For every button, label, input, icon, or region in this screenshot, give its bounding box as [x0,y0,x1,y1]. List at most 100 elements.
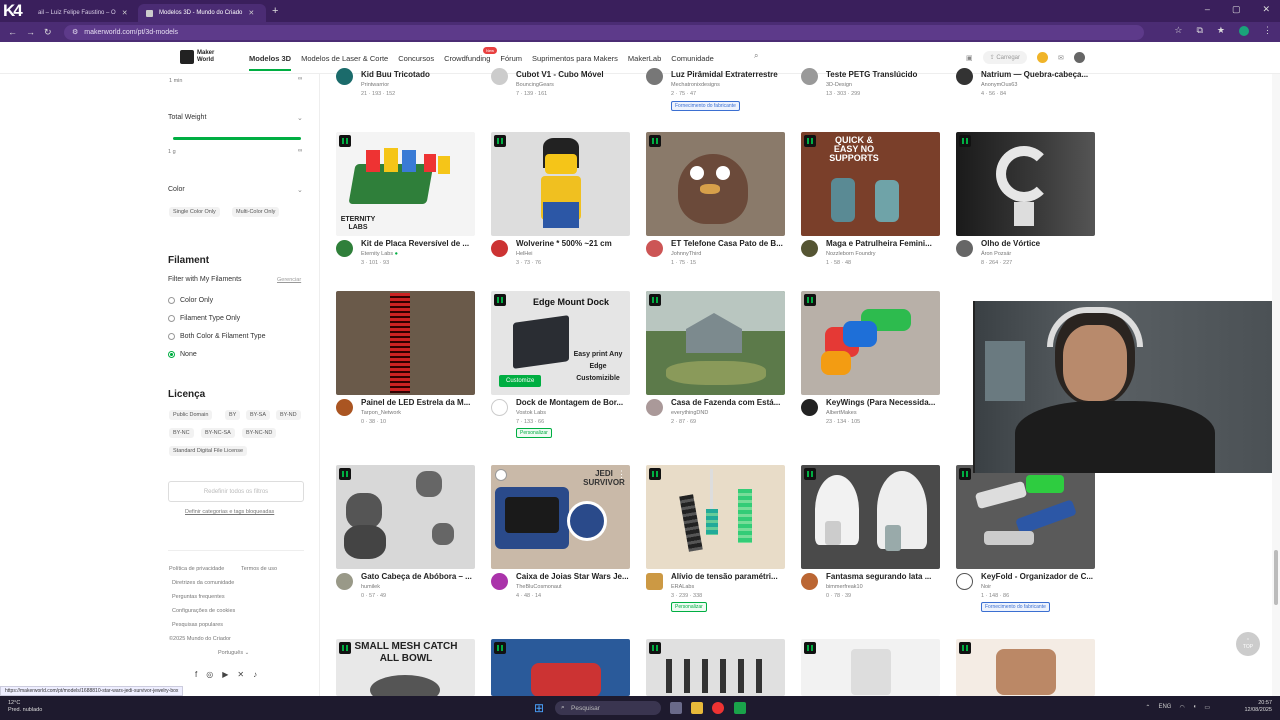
card-author[interactable]: TheBluCosmonaut [516,584,562,590]
author-avatar[interactable] [956,240,973,257]
model-card[interactable]: Gato Cabeça de Abóbora – ... humilek 0 · 5… [336,465,476,609]
chevron-down-icon[interactable]: ⌄ [297,186,303,194]
card-title[interactable]: Wolverine * 500% ~21 cm [516,239,631,248]
tiktok-icon[interactable]: ♪ [253,670,257,679]
model-card[interactable]: JEDI SURVIVOR ⋮ Caixa de Joias Star Wars… [491,465,631,609]
card-author[interactable]: HelHei [516,251,533,257]
customize-badge[interactable]: Personalizar [516,428,552,438]
model-card[interactable]: Alívio de tensão paramétri... ERALabs 3 · … [646,465,786,612]
chip-by-nc-sa[interactable]: BY-NC-SA [201,428,235,438]
weather-widget[interactable]: 12°C Pred. nublado [8,700,42,714]
nav-suprimentos[interactable]: Suprimentos para Makers [532,54,618,71]
browser-tab-makerworld[interactable]: Modelos 3D - Mundo do Criado ✕ [138,4,266,22]
radio-color-only[interactable]: Color Only [168,297,213,304]
card-author[interactable]: bimmerfreak10 [826,584,863,590]
close-icon[interactable]: ✕ [122,9,128,17]
radio-dot[interactable] [168,333,175,340]
model-card[interactable]: KeyWings (Para Necessida... AlbertMakes 23… [801,291,941,435]
author-avatar[interactable] [956,68,973,85]
nav-modelos-3d[interactable]: Modelos 3D [249,54,292,71]
language-selector[interactable]: Português ⌄ [218,650,249,656]
header-search[interactable]: ⌕ [754,51,758,61]
chip-public-domain[interactable]: Public Domain [169,410,213,420]
author-avatar[interactable] [336,240,353,257]
card-author[interactable]: ERALabs [671,584,694,590]
more-options-icon[interactable]: ⋮ [617,469,626,480]
chevron-down-icon[interactable]: ⌄ [297,114,303,122]
chevron-up-icon[interactable]: ⌃ [1145,704,1150,711]
volume-icon[interactable]: ◖ [1193,704,1197,711]
favorites-icon[interactable]: ★ [1217,25,1225,36]
back-to-top-button[interactable]: ⌃ TOP [1236,632,1260,656]
author-avatar[interactable] [646,68,663,85]
card-author[interactable]: Vostok Labs [516,410,546,416]
card-title[interactable]: Dock de Montagem de Bor... [516,398,631,407]
message-icon[interactable]: ✉ [1058,54,1064,62]
card-thumbnail[interactable] [956,132,1095,236]
footer-popular[interactable]: Pesquisas populares [172,622,223,628]
card-title[interactable]: ET Telefone Casa Pato de B... [671,239,786,248]
model-card[interactable]: Wolverine * 500% ~21 cm HelHei 3 · 73 · 76 [491,132,631,276]
author-avatar[interactable] [491,68,508,85]
chip-standard-license[interactable]: Standard Digital File License [169,446,248,456]
footer-terms[interactable]: Termos de uso [241,566,277,572]
author-avatar[interactable] [491,399,508,416]
card-thumbnail[interactable] [801,291,940,395]
model-card[interactable]: Kid Buu Tricotado Printwarrior 21 · 193 · … [336,68,476,114]
coin-icon[interactable] [1037,52,1049,63]
model-card[interactable]: Natrium — Quebra-cabeça... AnonymOus63 4 ·… [956,68,1096,114]
model-card[interactable]: Teste PETG Translúcido 3D-Design 13 · 303 … [801,68,941,114]
minimize-icon[interactable]: – [1205,4,1210,15]
card-author[interactable]: humilek [361,584,380,590]
site-info-icon[interactable]: ⚙ [72,28,78,36]
instagram-icon[interactable]: ◎ [206,670,213,679]
makerworld-logo[interactable]: Maker World [180,50,214,64]
radio-dot[interactable] [168,297,175,304]
author-avatar[interactable] [491,573,508,590]
customize-button[interactable]: Customize [499,375,542,387]
card-thumbnail[interactable]: QUICK & EASY NO SUPPORTS [801,132,940,236]
spreadsheet-app-icon[interactable] [734,702,746,714]
card-thumbnail[interactable] [646,465,785,569]
model-card[interactable] [956,639,1096,696]
model-card[interactable]: Luz Pirâmidal Extraterrestre Mechatronixd… [646,68,786,114]
footer-guidelines[interactable]: Diretrizes da comunidade [172,580,234,586]
card-title[interactable]: Kid Buu Tricotado [361,70,476,79]
reload-icon[interactable]: ↻ [44,27,54,38]
card-author[interactable]: BouncingGears [516,82,554,88]
forward-icon[interactable]: → [26,27,36,37]
model-card[interactable] [491,639,631,696]
card-title[interactable]: Maga e Patrulheira Femini... [826,239,941,248]
card-author[interactable]: Mechatronixdesigns [671,82,720,88]
author-avatar[interactable] [956,573,973,590]
card-author[interactable]: Noir [981,584,991,590]
footer-cookies[interactable]: Configurações de cookies [172,608,235,614]
chip-multi-color[interactable]: Multi-Color Only [232,207,280,217]
chip-by-nc-nd[interactable]: BY-NC-ND [242,428,277,438]
back-icon[interactable]: ← [8,27,18,37]
chip-by-nd[interactable]: BY-ND [276,410,301,420]
card-author[interactable]: Áron Pozsár [981,251,1011,257]
model-card[interactable]: Painel de LED Estrela da M... Tarpon_Netw… [336,291,476,435]
nav-concursos[interactable]: Concursos [398,54,434,71]
author-avatar[interactable] [336,399,353,416]
card-author[interactable]: AlbertMakes [826,410,857,416]
nav-comunidade[interactable]: Comunidade [671,54,714,71]
windows-start-icon[interactable]: ⊞ [534,701,544,715]
card-title[interactable]: KeyFold - Organizador de C... [981,572,1096,581]
card-title[interactable]: Casa de Fazenda com Está... [671,398,786,407]
close-icon[interactable]: ✕ [248,9,254,17]
radio-dot[interactable] [168,315,175,322]
card-thumbnail[interactable] [801,465,940,569]
chip-by[interactable]: BY [225,410,241,420]
taskbar-search[interactable]: ⌕ Pesquisar [555,701,661,715]
card-title[interactable]: Teste PETG Translúcido [826,70,941,79]
model-card[interactable]: Fantasma segurando lata ... bimmerfreak10… [801,465,941,609]
facebook-icon[interactable]: f [195,670,197,679]
save-icon[interactable] [495,469,507,481]
wifi-icon[interactable]: ◠ [1179,704,1184,711]
chip-by-nc[interactable]: BY-NC [169,428,194,438]
card-thumbnail[interactable] [801,639,940,696]
close-window-icon[interactable]: ✕ [1262,4,1270,15]
radio-filament-type-only[interactable]: Filament Type Only [168,315,240,322]
